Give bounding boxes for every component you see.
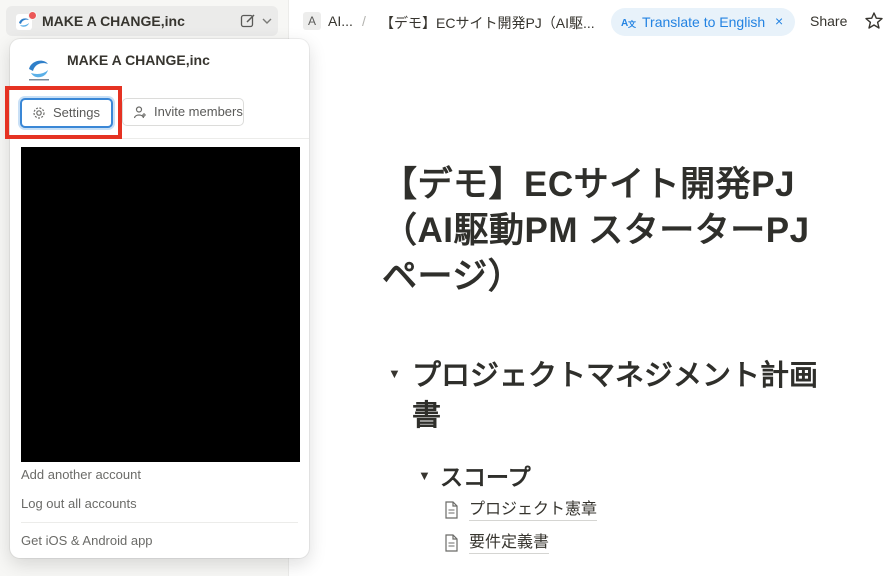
translate-button[interactable]: A 文 Translate to English × — [611, 8, 795, 36]
workspace-logo-icon — [29, 60, 49, 81]
page-link-label[interactable]: 要件定義書 — [469, 533, 550, 554]
workspace-name: MAKE A CHANGE,inc — [67, 52, 210, 68]
new-page-icon[interactable] — [240, 13, 256, 29]
logout-all-item[interactable]: Log out all accounts — [21, 496, 137, 511]
get-app-item[interactable]: Get iOS & Android app — [21, 533, 153, 548]
redacted-account-list — [21, 147, 300, 462]
translate-icon: A 文 — [621, 15, 637, 29]
breadcrumb-parent[interactable]: AI... — [328, 13, 353, 29]
notification-dot — [28, 11, 37, 20]
top-bar: A AI... / 【デモ】ECサイト開発PJ（AI駆... A 文 Trans… — [289, 0, 894, 44]
workspace-switcher[interactable]: MAKE A CHANGE,inc — [6, 6, 278, 36]
breadcrumb-separator: / — [362, 13, 366, 29]
workspace-name: MAKE A CHANGE,inc — [42, 13, 185, 29]
page-link-label[interactable]: プロジェクト憲章 — [469, 500, 598, 521]
heading-2[interactable]: スコープ — [440, 458, 531, 492]
close-icon[interactable]: × — [775, 13, 783, 29]
add-person-icon — [133, 106, 146, 119]
heading-1[interactable]: プロジェクトマネジメント計画書 — [412, 356, 832, 436]
breadcrumb-current[interactable]: 【デモ】ECサイト開発PJ（AI駆... — [380, 13, 595, 33]
annotation-highlight — [5, 86, 122, 139]
page-icon[interactable]: A — [303, 12, 321, 30]
document-icon — [445, 501, 458, 519]
invite-members-button[interactable]: Invite members — [122, 98, 244, 126]
translate-label: Translate to English — [642, 14, 766, 30]
document-icon — [445, 534, 458, 552]
star-icon[interactable] — [864, 11, 884, 31]
add-account-item[interactable]: Add another account — [21, 467, 141, 482]
toggle-triangle-icon[interactable]: ▼ — [388, 366, 401, 381]
share-button[interactable]: Share — [810, 13, 847, 29]
divider — [21, 522, 298, 523]
toggle-triangle-icon[interactable]: ▼ — [418, 468, 431, 483]
invite-members-label: Invite members — [154, 104, 243, 119]
svg-text:文: 文 — [628, 19, 637, 29]
page-title[interactable]: 【デモ】ECサイト開発PJ（AI駆動PM スターターPJページ） — [382, 162, 832, 300]
chevron-down-icon[interactable] — [260, 14, 274, 28]
